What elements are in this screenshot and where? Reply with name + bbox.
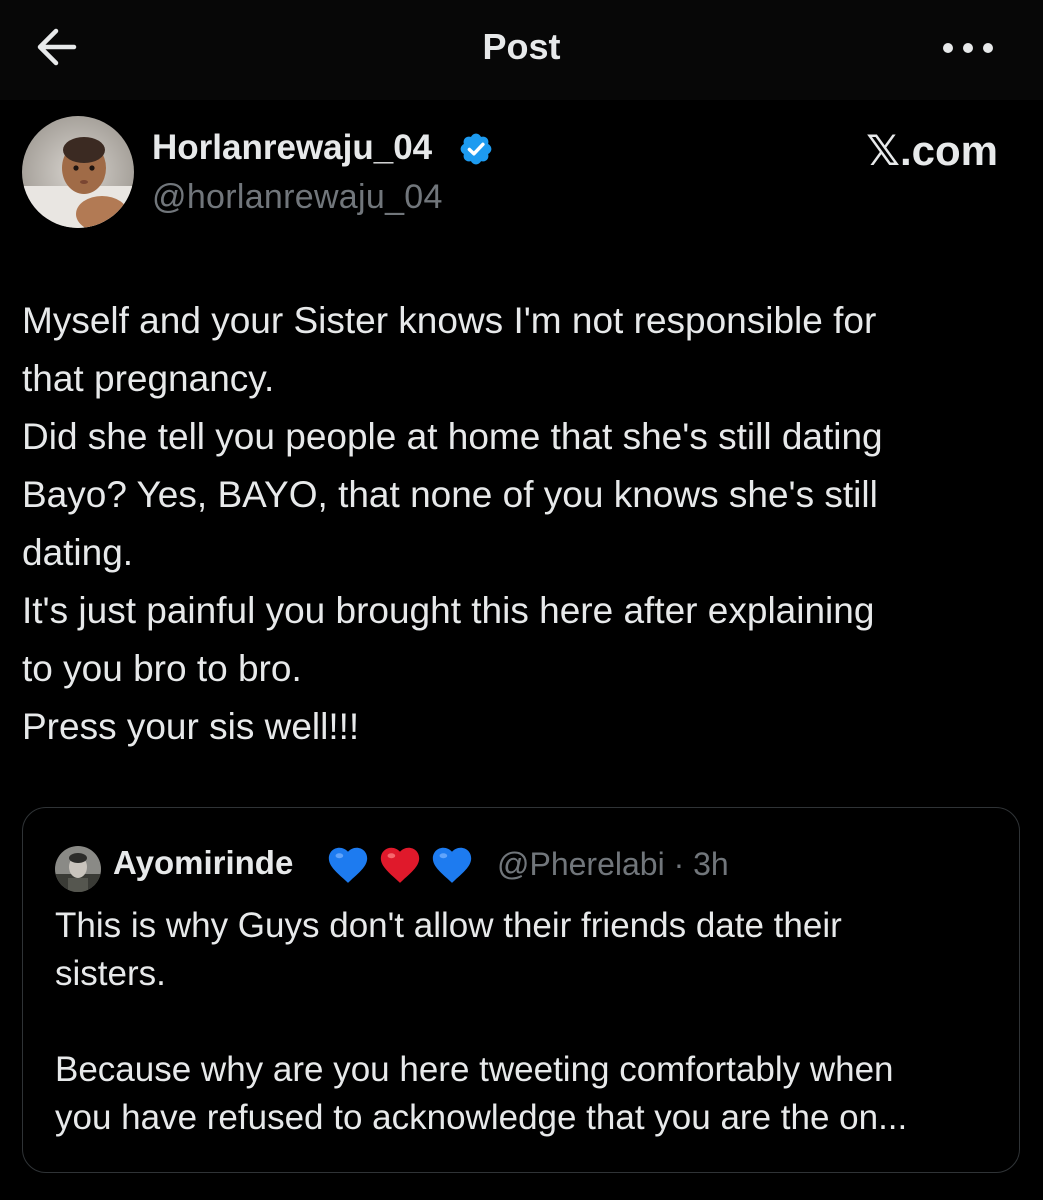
quoted-author-name[interactable]: Ayomirinde [113,844,293,882]
red-heart-icon [380,847,420,883]
post-text-line: Did she tell you people at home that she… [22,416,883,457]
arrow-left-icon [37,28,77,66]
quoted-post-card[interactable]: Ayomirinde @Pherelabi · 3h This is why G… [22,807,1020,1173]
x-com-watermark: 𝕏.com [866,127,998,174]
author-display-name[interactable]: Horlanrewaju_04 [152,128,432,168]
author-avatar[interactable] [22,116,134,228]
back-button[interactable] [28,22,88,72]
post-text-line: Bayo? Yes, BAYO, that none of you knows … [22,474,878,515]
post-text-line: dating. [22,532,134,573]
post-text-line: that pregnancy. [22,358,275,399]
blue-heart-icon [432,847,472,883]
verified-badge-icon [458,131,494,167]
quoted-author-avatar[interactable] [55,846,101,892]
top-bar: Post [0,0,1043,100]
post-text-line: Myself and your Sister knows I'm not res… [22,300,877,341]
quoted-text-line: sisters. [55,954,166,993]
author-handle[interactable]: @horlanrewaju_04 [152,178,443,217]
post-text-line: Press your sis well!!! [22,706,360,747]
post-text-line: to you bro to bro. [22,648,302,689]
quoted-text-line: This is why Guys don't allow their frien… [55,906,842,945]
quoted-author-handle-time[interactable]: @Pherelabi · 3h [497,846,729,883]
quoted-post-text: This is why Guys don't allow their frien… [55,902,1005,1142]
more-options-button[interactable] [933,26,1003,70]
post-text: Myself and your Sister knows I'm not res… [22,292,1032,756]
page-title: Post [482,26,561,67]
quoted-text-line: you have refused to acknowledge that you… [55,1098,908,1137]
name-emojis [325,842,475,888]
post-text-line: It's just painful you brought this here … [22,590,875,631]
more-horizontal-icon [943,43,993,53]
quoted-text-line: Because why are you here tweeting comfor… [55,1050,894,1089]
blue-heart-icon [328,847,368,883]
